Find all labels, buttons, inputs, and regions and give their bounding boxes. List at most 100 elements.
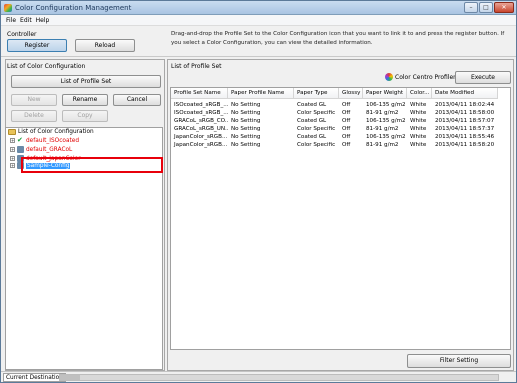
table-cell: No Setting: [231, 102, 261, 108]
filter-setting-button[interactable]: Filter Setting: [407, 354, 511, 368]
table-cell: No Setting: [231, 110, 261, 116]
table-row[interactable]: GRACoL_sRGB_CO... No Setting Coated GL O…: [171, 117, 498, 125]
tree-root-label: List of Color Configuration: [18, 128, 94, 135]
table-row[interactable]: ISOcoated_sRGB_... No Setting Coated GL …: [171, 101, 498, 109]
table-cell: JapanColor_sRGB...: [174, 134, 228, 140]
table-cell: No Setting: [231, 142, 261, 148]
table-cell: White: [410, 110, 427, 116]
column-header[interactable]: Date Modified: [432, 88, 498, 98]
table-cell: ISOcoated_sRGB_...: [174, 102, 228, 108]
table-cell: 106-135 g/m2: [366, 134, 406, 140]
table-cell: Color Specific: [297, 142, 336, 148]
table-cell: Off: [342, 118, 351, 124]
table-cell: Color Specific: [297, 110, 336, 116]
table-cell: Coated GL: [297, 102, 327, 108]
table-cell: 81-91 g/m2: [366, 110, 399, 116]
status-bar: Current Destination: [1, 371, 516, 382]
tree-item-label: default_GRACoL: [26, 146, 73, 153]
main-window: Color Configuration Management – □ ✕ Fil…: [0, 0, 517, 383]
table-cell: White: [410, 142, 427, 148]
controller-label: Controller: [7, 31, 37, 38]
table-cell: White: [410, 102, 427, 108]
expand-icon[interactable]: +: [10, 147, 15, 152]
check-icon: ✔: [17, 136, 23, 144]
table-row[interactable]: ISOcoated_sRGB_... No Setting Color Spec…: [171, 109, 498, 117]
new-button[interactable]: New: [11, 94, 57, 106]
table-cell: No Setting: [231, 134, 261, 140]
table-row[interactable]: JapanColor_sRGB... No Setting Color Spec…: [171, 141, 498, 149]
copy-button[interactable]: Copy: [62, 110, 108, 122]
table-cell: 2013/04/11 18:58:00: [435, 110, 495, 116]
tree-item-isocoated[interactable]: + ✔ default_ISOcoated: [10, 136, 79, 145]
table-cell: White: [410, 126, 427, 132]
rename-button[interactable]: Rename: [62, 94, 108, 106]
register-button[interactable]: Register: [7, 39, 67, 52]
table-header: Profile Set Name Paper Profile Name Pape…: [171, 88, 498, 99]
close-button[interactable]: ✕: [494, 2, 514, 13]
cancel-button[interactable]: Cancel: [113, 94, 161, 106]
color-config-label: List of Color Configuration: [7, 63, 86, 70]
column-header[interactable]: Paper Type: [294, 88, 339, 98]
palette-icon: [385, 73, 393, 81]
table-row[interactable]: GRACoL_sRGB_UN... No Setting Color Speci…: [171, 125, 498, 133]
table-cell: 2013/04/11 18:57:07: [435, 118, 495, 124]
column-header[interactable]: Paper Weight: [363, 88, 407, 98]
profile-set-table[interactable]: Profile Set Name Paper Profile Name Pape…: [170, 87, 511, 350]
column-header[interactable]: Profile Set Name: [171, 88, 228, 98]
centro-profiler-label: Color Centro Profiler :: [395, 74, 460, 81]
table-cell: Off: [342, 126, 351, 132]
table-cell: Coated GL: [297, 134, 327, 140]
table-cell: GRACoL_sRGB_UN...: [174, 126, 228, 132]
table-cell: GRACoL_sRGB_CO...: [174, 118, 228, 124]
table-cell: ISOcoated_sRGB_...: [174, 110, 228, 116]
list-profile-set-button[interactable]: List of Profile Set: [11, 75, 161, 88]
table-cell: 81-91 g/m2: [366, 142, 399, 148]
maximize-button[interactable]: □: [479, 2, 493, 13]
expand-icon[interactable]: +: [10, 138, 15, 143]
table-cell: Off: [342, 110, 351, 116]
table-cell: Color Specific: [297, 126, 336, 132]
table-cell: 2013/04/11 18:58:20: [435, 142, 495, 148]
table-cell: 81-91 g/m2: [366, 126, 399, 132]
table-cell: No Setting: [231, 126, 261, 132]
table-cell: Off: [342, 142, 351, 148]
profile-set-label: List of Profile Set: [171, 63, 222, 70]
tree-root[interactable]: List of Color Configuration: [8, 127, 94, 136]
column-header[interactable]: Glossy: [339, 88, 363, 98]
horizontal-scrollbar[interactable]: [59, 374, 499, 381]
tree-item-gracol[interactable]: + default_GRACoL: [10, 145, 72, 154]
table-row[interactable]: JapanColor_sRGB... No Setting Coated GL …: [171, 133, 498, 141]
column-header[interactable]: Color...: [407, 88, 432, 98]
column-header[interactable]: Paper Profile Name: [228, 88, 294, 98]
minimize-button[interactable]: –: [464, 2, 478, 13]
instruction-text: Drag-and-drop the Profile Set to the Col…: [171, 31, 505, 46]
table-cell: Off: [342, 102, 351, 108]
config-icon: [17, 146, 24, 153]
window-controls: – □ ✕: [464, 2, 514, 13]
table-cell: White: [410, 118, 427, 124]
table-cell: White: [410, 134, 427, 140]
tree-item-label: default_ISOcoated: [26, 137, 80, 144]
menubar: File Edit Help: [1, 15, 516, 26]
scrollbar-thumb[interactable]: [60, 375, 80, 380]
menu-file[interactable]: File: [4, 15, 18, 25]
menu-help[interactable]: Help: [34, 15, 52, 25]
current-destination-tab[interactable]: Current Destination: [3, 373, 66, 382]
app-icon: [4, 4, 12, 12]
titlebar[interactable]: Color Configuration Management – □ ✕: [1, 1, 516, 15]
execute-button[interactable]: Execute: [455, 71, 511, 84]
expand-icon[interactable]: +: [10, 163, 15, 168]
table-cell: 2013/04/11 18:55:46: [435, 134, 495, 140]
table-cell: Coated GL: [297, 118, 327, 124]
table-cell: No Setting: [231, 118, 261, 124]
reload-button[interactable]: Reload: [75, 39, 135, 52]
table-cell: Off: [342, 134, 351, 140]
menu-edit[interactable]: Edit: [18, 15, 34, 25]
table-cell: 2013/04/11 18:02:44: [435, 102, 495, 108]
table-cell: 106-135 g/m2: [366, 118, 406, 124]
table-cell: JapanColor_sRGB...: [174, 142, 228, 148]
delete-button[interactable]: Delete: [11, 110, 57, 122]
table-cell: 2013/04/11 18:57:37: [435, 126, 495, 132]
folder-icon: [8, 128, 16, 135]
window-title: Color Configuration Management: [15, 4, 132, 12]
